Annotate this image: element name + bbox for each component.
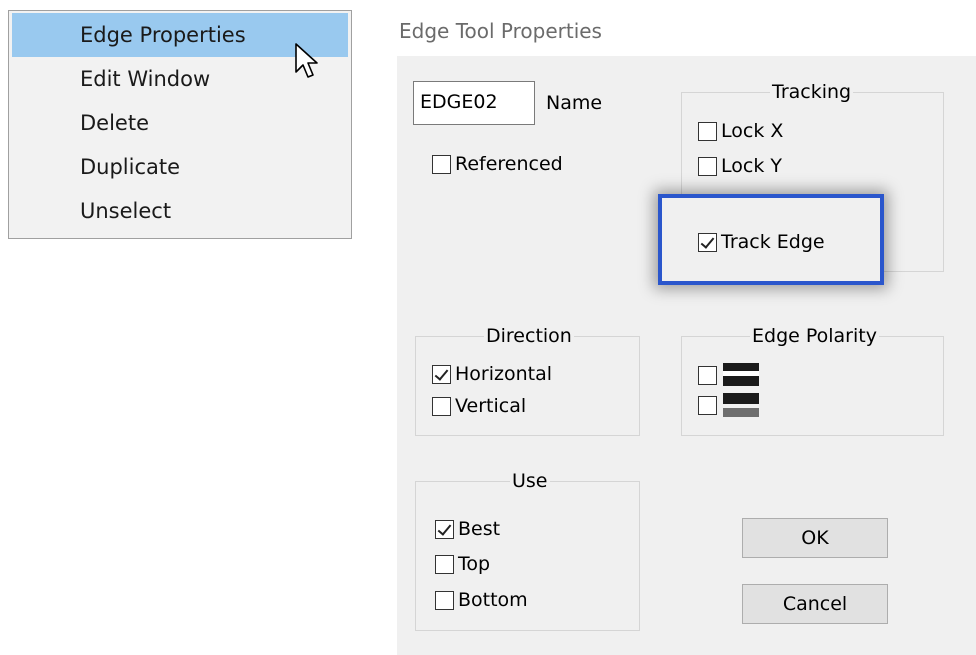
ok-button[interactable]: OK bbox=[742, 518, 888, 558]
referenced-label: Referenced bbox=[455, 153, 563, 175]
cancel-button[interactable]: Cancel bbox=[742, 584, 888, 624]
tracking-group-title: Tracking bbox=[770, 81, 854, 103]
checkbox-box[interactable] bbox=[698, 156, 717, 176]
mouse-pointer-icon bbox=[295, 43, 318, 78]
checkbox-box[interactable] bbox=[435, 554, 454, 574]
track-edge-label: Track Edge bbox=[721, 231, 825, 253]
referenced-checkbox[interactable]: Referenced bbox=[432, 153, 563, 175]
name-input[interactable]: EDGE02 bbox=[413, 81, 535, 125]
vertical-label: Vertical bbox=[455, 395, 527, 417]
menu-item-unselect[interactable]: Unselect bbox=[12, 189, 348, 233]
track-edge-checkbox[interactable]: Track Edge bbox=[698, 231, 825, 253]
lock-y-label: Lock Y bbox=[721, 155, 782, 177]
horizontal-checkbox[interactable]: Horizontal bbox=[432, 363, 552, 385]
lock-x-label: Lock X bbox=[721, 120, 784, 142]
menu-item-delete[interactable]: Delete bbox=[12, 101, 348, 145]
white-to-black-polarity-icon bbox=[723, 363, 759, 386]
checkbox-box[interactable] bbox=[698, 121, 717, 141]
menu-item-duplicate[interactable]: Duplicate bbox=[12, 145, 348, 189]
polarity-option-black-to-white[interactable] bbox=[698, 393, 759, 417]
direction-group bbox=[415, 336, 640, 436]
vertical-checkbox[interactable]: Vertical bbox=[432, 395, 526, 417]
lock-y-checkbox[interactable]: Lock Y bbox=[698, 155, 782, 177]
checkbox-box[interactable] bbox=[432, 364, 451, 384]
best-label: Best bbox=[458, 518, 501, 540]
top-label: Top bbox=[458, 553, 491, 575]
polarity-option-white-to-black[interactable] bbox=[698, 363, 759, 387]
use-group-title: Use bbox=[510, 470, 550, 492]
checkbox-box[interactable] bbox=[435, 590, 454, 610]
checkbox-box[interactable] bbox=[432, 154, 451, 174]
checkbox-box[interactable] bbox=[698, 232, 717, 252]
name-label: Name bbox=[546, 92, 603, 114]
lock-x-checkbox[interactable]: Lock X bbox=[698, 120, 783, 142]
direction-group-title: Direction bbox=[484, 325, 574, 347]
horizontal-label: Horizontal bbox=[455, 363, 553, 385]
checkbox-box[interactable] bbox=[698, 365, 717, 385]
edge-polarity-group-title: Edge Polarity bbox=[750, 325, 879, 347]
checkbox-box[interactable] bbox=[435, 519, 454, 539]
black-to-white-polarity-icon bbox=[723, 393, 759, 417]
bottom-label: Bottom bbox=[458, 589, 528, 611]
dialog-title: Edge Tool Properties bbox=[399, 19, 602, 43]
bottom-checkbox[interactable]: Bottom bbox=[435, 589, 528, 611]
checkbox-box[interactable] bbox=[698, 395, 717, 415]
best-checkbox[interactable]: Best bbox=[435, 518, 500, 540]
top-checkbox[interactable]: Top bbox=[435, 553, 490, 575]
checkbox-box[interactable] bbox=[432, 396, 451, 416]
